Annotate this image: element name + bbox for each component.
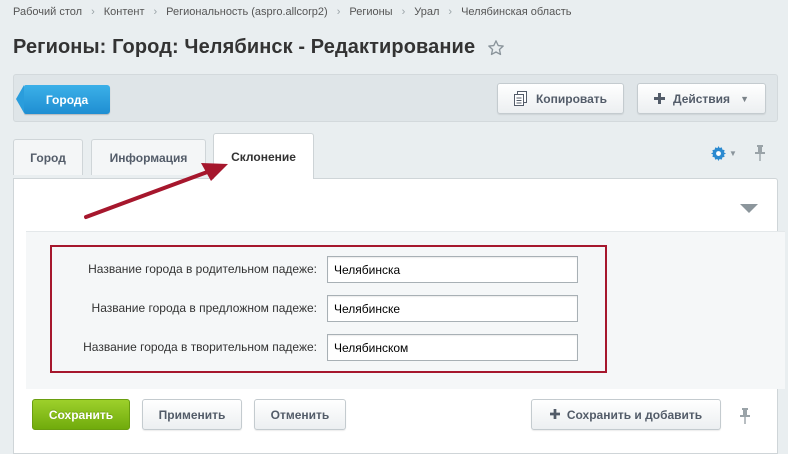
breadcrumb-separator-icon: › xyxy=(401,6,406,18)
pin-icon[interactable] xyxy=(739,408,751,429)
form-row: Название города в родительном падеже: xyxy=(50,255,607,283)
breadcrumb: Рабочий стол › Контент › Региональность … xyxy=(13,6,572,18)
breadcrumb-separator-icon: › xyxy=(448,6,453,18)
breadcrumb-item[interactable]: Урал xyxy=(414,6,439,18)
copy-button-label: Копировать xyxy=(535,91,608,106)
tab-city[interactable]: Город xyxy=(13,139,83,175)
plus-icon xyxy=(654,93,665,104)
toolbar: Города Копировать Действия ▼ xyxy=(13,74,778,122)
breadcrumb-item[interactable]: Контент xyxy=(104,6,145,18)
instrumental-input[interactable] xyxy=(327,334,578,361)
actions-button-label: Действия xyxy=(673,91,731,106)
prepositional-input[interactable] xyxy=(327,295,578,322)
copy-icon xyxy=(513,91,528,106)
pin-icon[interactable] xyxy=(754,145,766,166)
chevron-down-icon: ▼ xyxy=(740,93,749,104)
tab-information[interactable]: Информация xyxy=(91,139,206,175)
back-to-cities-button[interactable]: Города xyxy=(16,85,110,114)
instrumental-label: Название города в творительном падеже: xyxy=(83,340,317,354)
genitive-input[interactable] xyxy=(327,256,578,283)
breadcrumb-separator-icon: › xyxy=(336,6,341,18)
breadcrumb-item[interactable]: Региональность (aspro.allcorp2) xyxy=(166,6,328,18)
copy-button[interactable]: Копировать xyxy=(497,83,624,114)
actions-button[interactable]: Действия ▼ xyxy=(637,83,766,114)
breadcrumb-separator-icon: › xyxy=(153,6,158,18)
breadcrumb-item[interactable]: Регионы xyxy=(349,6,392,18)
form-row: Название города в предложном падеже: xyxy=(50,294,607,322)
star-icon[interactable] xyxy=(487,39,505,57)
page-title: Регионы: Город: Челябинск - Редактирован… xyxy=(13,36,476,58)
gear-icon[interactable]: ▼ xyxy=(711,146,737,161)
apply-button[interactable]: Применить xyxy=(142,399,242,430)
cancel-button[interactable]: Отменить xyxy=(254,399,346,430)
collapse-triangle-icon[interactable] xyxy=(740,201,758,219)
form-row: Название города в творительном падеже: xyxy=(50,333,607,361)
save-and-add-label: Сохранить и добавить xyxy=(566,407,703,422)
breadcrumb-item[interactable]: Челябинская область xyxy=(461,6,571,18)
chevron-down-icon: ▼ xyxy=(729,149,737,158)
title-row: Регионы: Город: Челябинск - Редактирован… xyxy=(13,36,505,59)
plus-icon xyxy=(549,406,560,423)
prepositional-label: Название города в предложном падеже: xyxy=(91,301,317,315)
save-and-add-button[interactable]: Сохранить и добавить xyxy=(531,399,721,430)
genitive-label: Название города в родительном падеже: xyxy=(88,262,317,276)
breadcrumb-separator-icon: › xyxy=(91,6,95,18)
save-button[interactable]: Сохранить xyxy=(32,399,130,430)
breadcrumb-item[interactable]: Рабочий стол xyxy=(13,6,82,18)
tab-declension[interactable]: Склонение xyxy=(213,133,314,179)
